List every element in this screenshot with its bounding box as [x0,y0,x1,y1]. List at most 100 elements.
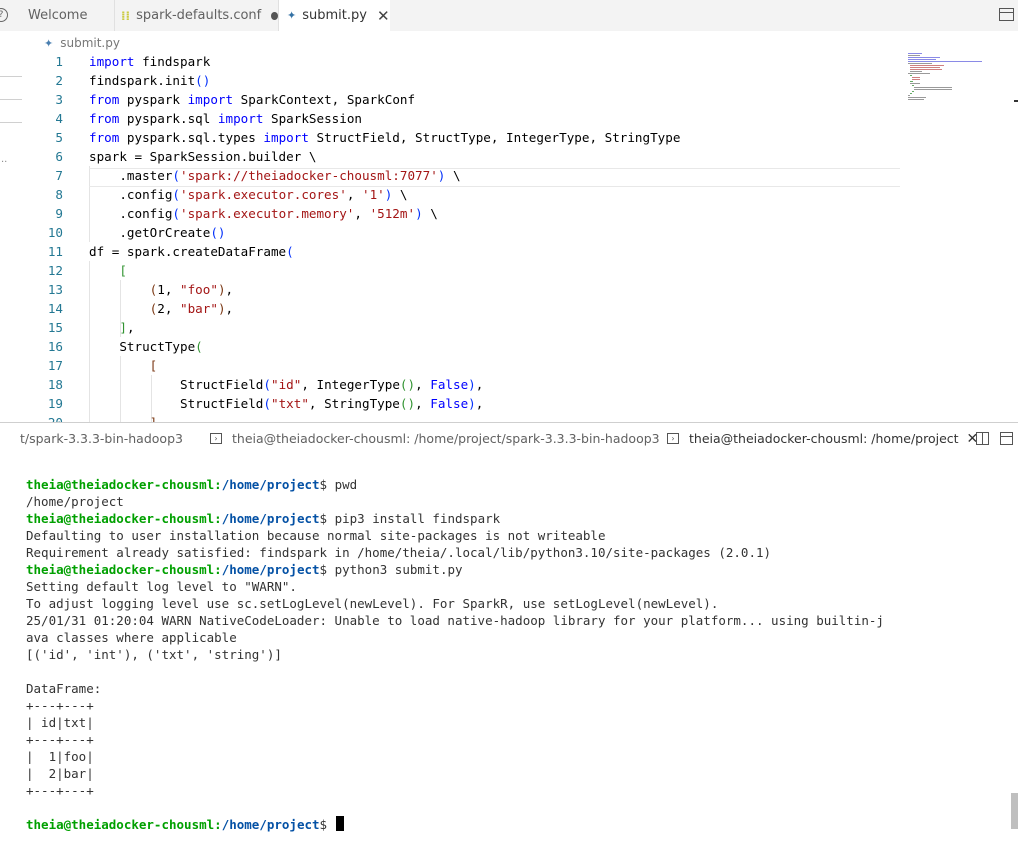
code-text[interactable]: ], [89,318,134,337]
code-line[interactable]: 4 from pyspark.sql import SparkSession [22,109,922,128]
code-text[interactable]: StructField("txt", StringType(), False), [89,394,483,413]
help-icon[interactable]: ? [0,8,8,22]
prompt-user: theia@theiadocker-chousml [26,477,215,492]
more-icon[interactable]: .. [1,154,7,165]
tab-submit-py[interactable]: ✦ submit.py ✕ [279,0,390,31]
code-text[interactable]: (1, "foo"), [89,280,233,299]
line-number: 2 [55,73,63,88]
code-text[interactable]: .master('spark://theiadocker-chousml:707… [89,166,460,185]
code-line[interactable]: 1 import findspark [22,52,922,71]
code-line[interactable]: 20 ] [22,413,922,422]
line-number: 9 [55,206,63,221]
terminal-output[interactable]: theia@theiadocker-chousml:/home/project$… [26,476,1018,842]
code-text[interactable]: df = spark.createDataFrame( [89,242,294,261]
code-line[interactable]: 18 StructField("id", IntegerType(), Fals… [22,375,922,394]
code-line[interactable]: 6 spark = SparkSession.builder \ [22,147,922,166]
terminal-scrollbar[interactable] [1011,793,1018,829]
code-text[interactable]: (2, "bar"), [89,299,233,318]
config-file-icon: ⁞⁞ [121,8,131,23]
terminal-icon: › [210,433,222,444]
python-file-icon: ✦ [287,9,297,22]
line-number: 8 [55,187,63,202]
code-line[interactable]: 3 from pyspark import SparkContext, Spark… [22,90,922,109]
code-line[interactable]: 13 (1, "foo"), [22,280,922,299]
close-tab-icon[interactable]: ✕ [377,7,390,25]
code-line[interactable]: 11 df = spark.createDataFrame( [22,242,922,261]
prompt-sep: : [214,817,222,832]
unsaved-dot-icon[interactable] [271,11,278,20]
breadcrumb[interactable]: ✦ submit.py [44,34,120,52]
code-line[interactable]: 17 [ [22,356,922,375]
line-number: 7 [55,168,63,183]
code-text[interactable]: ] [89,413,158,422]
command-text: $ pwd [319,477,358,492]
code-line[interactable]: 5 from pyspark.sql.types import StructFie… [22,128,922,147]
terminal-tab-label: theia@theiadocker-chousml: /home/project [689,431,959,446]
maximize-panel-icon[interactable] [1000,432,1013,445]
tab-spark-defaults[interactable]: ⁞⁞ spark-defaults.conf [115,0,278,31]
code-line[interactable]: 15 ], [22,318,922,337]
code-line[interactable]: 16 StructType( [22,337,922,356]
code-line[interactable]: 7 .master('spark://theiadocker-chousml:7… [22,166,922,185]
line-number: 17 [47,358,63,373]
terminal-prompt-line: theia@theiadocker-chousml:/home/project$… [26,476,1018,493]
code-text[interactable]: from pyspark import SparkContext, SparkC… [89,90,415,109]
tab-label: submit.py [302,8,367,23]
prompt-path: /home/project [221,817,320,832]
prompt-sep: : [214,562,222,577]
code-text[interactable]: StructType( [89,337,202,356]
line-number: 6 [55,149,63,164]
breadcrumb-file[interactable]: submit.py [60,36,120,50]
split-terminal-icon[interactable] [976,432,989,445]
line-number: 16 [47,339,63,354]
code-text[interactable]: StructField("id", IntegerType(), False), [89,375,483,394]
line-number: 18 [47,377,63,392]
command-text: $ python3 submit.py [319,562,463,577]
prompt-sep: : [214,477,222,492]
code-text[interactable]: .getOrCreate() [89,223,225,242]
code-text[interactable]: [ [89,356,158,375]
prompt-sep: : [214,511,222,526]
code-line[interactable]: 14 (2, "bar"), [22,299,922,318]
code-line[interactable]: 19 StructField("txt", StringType(), Fals… [22,394,922,413]
line-number: 10 [47,225,63,240]
split-editor-icon[interactable] [999,8,1014,21]
terminal-cursor[interactable] [335,816,344,831]
line-number: 5 [55,130,63,145]
code-text[interactable]: from pyspark.sql.types import StructFiel… [89,128,680,147]
terminal-output-line: Defaulting to user installation because … [26,528,606,543]
terminal-output-line: [('id', 'int'), ('txt', 'string')] [26,647,282,662]
prompt-user: theia@theiadocker-chousml [26,511,215,526]
terminal-output-line: +---+---+ [26,698,94,713]
code-line[interactable]: 12 [ [22,261,922,280]
code-text[interactable]: .config('spark.executor.memory', '512m')… [89,204,438,223]
code-text[interactable]: [ [89,261,127,280]
terminal-tab-spark-full[interactable]: › theia@theiadocker-chousml: /home/proje… [210,423,660,454]
code-text[interactable]: from pyspark.sql import SparkSession [89,109,362,128]
terminal-output-line: 25/01/31 01:20:04 WARN NativeCodeLoader:… [26,613,884,628]
minimap[interactable] [906,52,996,112]
code-line[interactable]: 8 .config('spark.executor.cores', '1') \ [22,185,922,204]
terminal-output-line: ava classes where applicable [26,630,237,645]
line-number: 1 [55,54,63,69]
code-line[interactable]: 10 .getOrCreate() [22,223,922,242]
code-editor[interactable]: 1 import findspark 2 findspark.init() 3 from … [22,52,1018,422]
code-text[interactable]: .config('spark.executor.cores', '1') \ [89,185,407,204]
code-line[interactable]: 9 .config('spark.executor.memory', '512m… [22,204,922,223]
terminal-output-line: Setting default log level to "WARN". [26,579,297,594]
terminal-tab-spark[interactable]: t/spark-3.3.3-bin-hadoop3 [20,423,183,454]
line-number: 20 [22,413,63,422]
code-text[interactable]: import findspark [89,52,210,71]
tab-welcome[interactable]: Welcome [14,0,114,31]
code-line[interactable]: 2 findspark.init() [22,71,922,90]
tab-label: Welcome [28,8,88,23]
terminal-tab-bar: t/spark-3.3.3-bin-hadoop3 › theia@theiad… [0,423,1018,454]
editor-tab-bar: ? Welcome ⁞⁞ spark-defaults.conf ✦ submi… [0,0,1018,31]
code-text[interactable]: spark = SparkSession.builder \ [89,147,316,166]
command-text: $ [319,817,335,832]
terminal-tab-project[interactable]: › theia@theiadocker-chousml: /home/proje… [667,423,978,454]
code-text[interactable]: findspark.init() [89,71,210,90]
minimap-slider[interactable] [1014,100,1018,102]
terminal-output-line: | id|txt| [26,715,94,730]
